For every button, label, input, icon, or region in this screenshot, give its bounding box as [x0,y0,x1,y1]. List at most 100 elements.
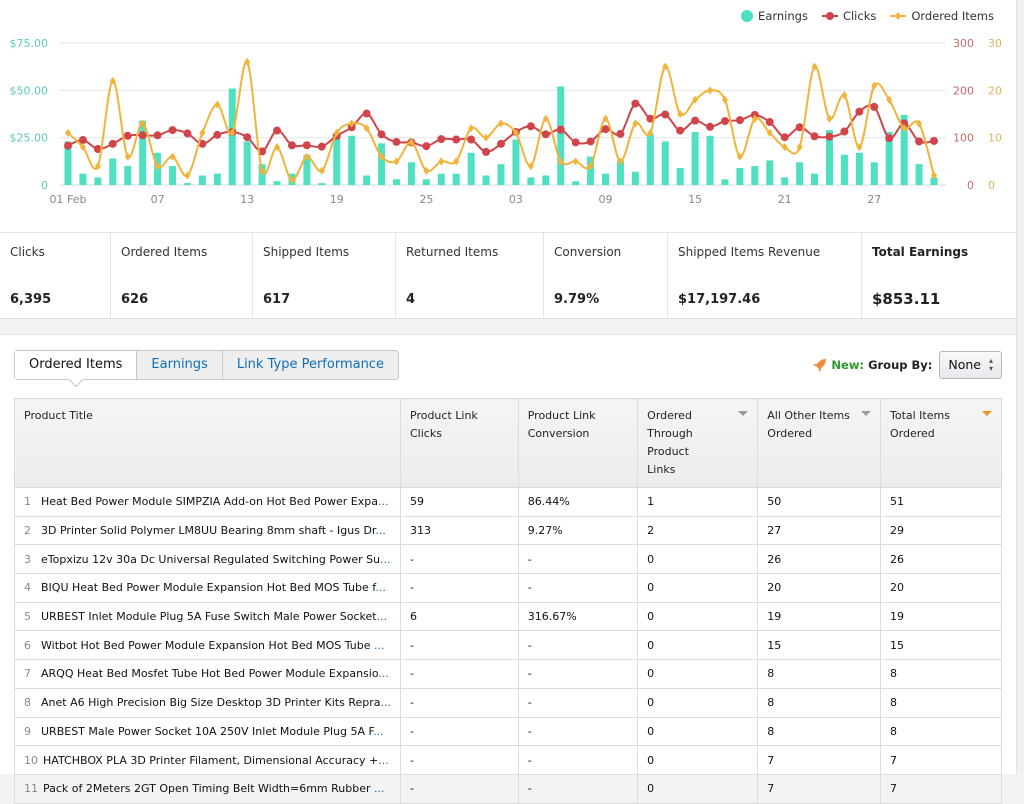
clicks-point [661,110,670,119]
earnings-bar [124,166,132,185]
stat-value: 9.79% [554,292,600,307]
product-title-cell[interactable]: 4 BIQU Heat Bed Power Module Expansion Ho… [14,573,401,603]
earnings-bar [467,152,475,185]
expand-title-ellipsis[interactable]: ... [378,495,389,508]
ordered-through-links-cell: 0 [637,659,759,689]
total-items-cell: 8 [880,716,1002,747]
row-number: 6 [24,638,31,652]
table-row: 3 eTopxizu 12v 30a Dc Universal Regulated… [14,544,1002,575]
row-number: 2 [24,524,31,538]
row-number: 4 [24,581,31,595]
tab-earnings[interactable]: Earnings [137,351,223,379]
table-row: 11 Pack of 2Meters 2GT Open Timing Belt W… [14,773,1002,804]
product-title-cell[interactable]: 11 Pack of 2Meters 2GT Open Timing Belt W… [14,773,401,804]
product-title-cell[interactable]: 6 Witbot Hot Bed Power Module Expansion H… [14,630,401,661]
expand-title-ellipsis[interactable]: ... [374,639,385,652]
product-title-link[interactable]: URBEST Inlet Module Plug 5A Fuse Switch … [41,610,377,623]
earnings-bar [392,179,400,185]
product-title-link[interactable]: HATCHBOX PLA 3D Printer Filament, Dimens… [43,754,378,767]
product-title-link[interactable]: Pack of 2Meters 2GT Open Timing Belt Wid… [43,782,374,795]
stat-label: Shipped Items Revenue [678,245,821,259]
y-tick-label-earnings: $75.00 [10,37,49,50]
total-items-cell: 51 [880,487,1002,517]
table-row: 9 URBEST Male Power Socket 10A 250V Inlet… [14,716,1002,747]
expand-title-ellipsis[interactable]: ... [378,667,389,680]
product-link-clicks-cell: - [400,687,519,718]
product-link-conversion-cell: - [517,745,639,775]
x-tick-label: 09 [599,193,613,206]
col-product-link-clicks[interactable]: Product Link Clicks [400,398,519,488]
x-tick-label: 03 [509,193,523,206]
expand-title-ellipsis[interactable]: ... [381,696,392,709]
ordered-through-links-cell: 0 [637,773,759,804]
sort-arrow-active-icon[interactable] [982,411,992,416]
tab-ordered-items[interactable]: Ordered Items [15,351,138,379]
clicks-point [64,141,72,150]
col-total-items-ordered[interactable]: Total Items Ordered [880,398,1002,488]
clicks-point [377,130,386,139]
clicks-point [243,133,252,142]
product-title-link[interactable]: URBEST Male Power Socket 10A 250V Inlet … [41,725,373,738]
col-product-link-conversion[interactable]: Product Link Conversion [517,398,639,488]
total-items-cell: 15 [880,630,1002,661]
earnings-bar [348,135,356,185]
expand-title-ellipsis[interactable]: ... [377,610,388,623]
earnings-bar [243,141,251,185]
product-title-cell[interactable]: 8 Anet A6 High Precision Big Size Desktop… [14,687,401,718]
earnings-bar [79,173,87,185]
product-title-link[interactable]: Witbot Hot Bed Power Module Expansion Ho… [41,639,374,652]
expand-title-ellipsis[interactable]: ... [375,581,386,594]
product-title-link[interactable]: Anet A6 High Precision Big Size Desktop … [41,696,381,709]
product-title-link[interactable]: Heat Bed Power Module SIMPZIA Add-on Hot… [41,495,378,508]
earnings-bar [736,167,744,185]
all-other-items-cell: 7 [757,773,881,804]
product-title-cell[interactable]: 5 URBEST Inlet Module Plug 5A Fuse Switch… [14,601,401,632]
earnings-bar [572,181,580,185]
product-title-link[interactable]: eTopxizu 12v 30a Dc Universal Regulated … [41,553,380,566]
product-title-cell[interactable]: 2 3D Printer Solid Polymer LM8UU Bearing … [14,515,401,546]
all-other-items-cell: 20 [757,573,881,603]
product-title-cell[interactable]: 7 ARQQ Heat Bed Mosfet Tube Hot Bed Power… [14,659,401,689]
expand-title-ellipsis[interactable]: ... [373,725,384,738]
group-by-select[interactable]: None ▴ ▾ [939,351,1002,379]
product-title-cell[interactable]: 1 Heat Bed Power Module SIMPZIA Add-on Ho… [14,487,401,517]
clicks-point [586,137,595,146]
col-all-other-items[interactable]: All Other Items Ordered [757,398,881,488]
clicks-point [452,135,461,144]
col-product-title[interactable]: Product Title [14,398,401,488]
performance-chart-panel: Earnings Clicks Ordered Items 0 $25.00 $50… [0,0,1016,232]
earnings-bar [213,173,221,185]
clicks-point [765,118,774,127]
summary-stats: Clicks 6,395 Ordered Items 626 Shipped I… [0,232,1016,319]
product-title-link[interactable]: ARQQ Heat Bed Mosfet Tube Hot Bed Power … [41,667,378,680]
earnings-bar [318,183,326,185]
expand-title-ellipsis[interactable]: ... [380,553,391,566]
clicks-point [556,125,565,134]
all-other-items-cell: 26 [757,544,881,575]
product-title-link[interactable]: 3D Printer Solid Polymer LM8UU Bearing 8… [41,524,375,537]
clicks-point [273,126,282,135]
product-title-cell[interactable]: 9 URBEST Male Power Socket 10A 250V Inlet… [14,716,401,747]
product-link-clicks-cell: 59 [400,487,519,517]
col-ordered-through-links[interactable]: Ordered Through Product Links [637,398,759,488]
y-tick-label-clicks: 100 [953,132,974,145]
product-title-cell[interactable]: 3 eTopxizu 12v 30a Dc Universal Regulated… [14,544,401,575]
header-label: All Other Items Ordered [767,409,850,440]
total-items-cell: 19 [880,601,1002,632]
expand-title-ellipsis[interactable]: ... [375,524,386,537]
stat-total-earnings: Total Earnings $853.11 [862,233,1016,318]
product-title-cell[interactable]: 10 HATCHBOX PLA 3D Printer Filament, Dime… [14,745,401,775]
expand-title-ellipsis[interactable]: ... [374,782,385,795]
x-tick-label: 25 [419,193,433,206]
all-other-items-cell: 27 [757,515,881,546]
earnings-bar [422,179,430,185]
sort-arrow-icon[interactable] [861,411,871,416]
sort-arrow-icon[interactable] [738,411,749,416]
clicks-point [915,137,924,146]
page-scrollbar[interactable] [1016,0,1024,774]
total-items-cell: 7 [880,773,1002,804]
expand-title-ellipsis[interactable]: ... [378,754,389,767]
tab-link-type-performance[interactable]: Link Type Performance [223,351,398,379]
clicks-point [482,147,491,156]
product-title-link[interactable]: BIQU Heat Bed Power Module Expansion Hot… [41,581,375,594]
